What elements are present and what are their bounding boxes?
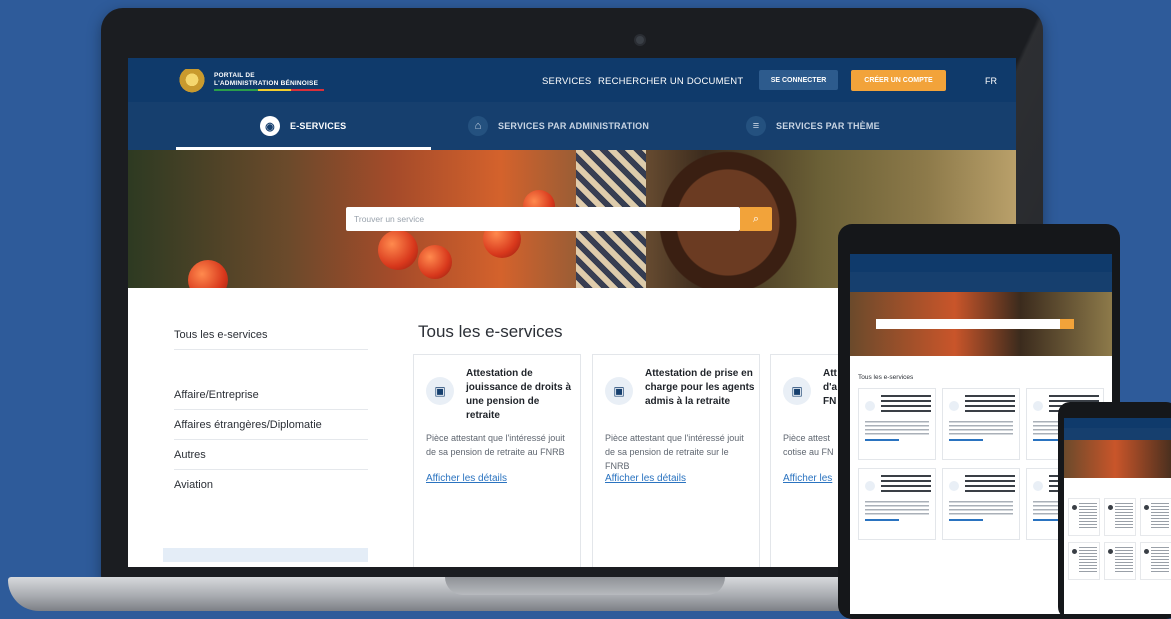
- hero-image-detail: [378, 230, 418, 270]
- details-link[interactable]: Afficher les: [783, 473, 832, 484]
- tablet-card[interactable]: [942, 388, 1020, 460]
- phone-card[interactable]: [1140, 498, 1171, 536]
- hero-image-detail: [418, 245, 452, 279]
- details-link[interactable]: Afficher les détails: [426, 473, 507, 484]
- phone-card[interactable]: [1068, 498, 1100, 536]
- tablet-page-title: Tous les e-services: [858, 374, 914, 381]
- tablet-search-button[interactable]: [1060, 319, 1074, 329]
- logo-line-1: PORTAIL DE: [214, 72, 255, 79]
- phone-card[interactable]: [1140, 542, 1171, 580]
- bank-icon: ⌂: [468, 116, 488, 136]
- camera-icon: [634, 34, 646, 46]
- tab-label: SERVICES PAR THÈME: [776, 121, 880, 131]
- phone-card[interactable]: [1068, 542, 1100, 580]
- tablet-card[interactable]: [858, 388, 936, 460]
- phone-screen: [1064, 418, 1171, 614]
- card-description: Pièce attest cotise au FN: [783, 433, 834, 457]
- hero-image-detail: [188, 260, 228, 288]
- tab-label: E-SERVICES: [290, 121, 347, 131]
- language-selector[interactable]: FR: [985, 76, 997, 86]
- flag-stripe: [214, 89, 324, 91]
- tablet-card[interactable]: [858, 468, 936, 540]
- phone-tabbar: [1064, 428, 1171, 440]
- sidebar-item-autres[interactable]: Autres: [174, 449, 368, 470]
- card-title: Attestation de jouissance de droits à un…: [466, 368, 572, 421]
- card-title: Attestation de prise en charge pour les …: [645, 368, 755, 407]
- top-navbar: PORTAIL DE L'ADMINISTRATION BÉNINOISE SE…: [128, 58, 1016, 102]
- globe-icon: ◉: [260, 116, 280, 136]
- tablet-search-input[interactable]: [876, 319, 1060, 329]
- service-tabs: ◉ E-SERVICES ⌂ SERVICES PAR ADMINISTRATI…: [128, 102, 1016, 150]
- list-icon: ≡: [746, 116, 766, 136]
- laptop-notch: [445, 577, 725, 595]
- logo-line-2: L'ADMINISTRATION BÉNINOISE: [214, 80, 319, 87]
- site-logo-text[interactable]: PORTAIL DE L'ADMINISTRATION BÉNINOISE: [214, 72, 318, 88]
- phone-hero: [1064, 440, 1171, 478]
- card-description: Pièce attestant que l'intéressé jouit de…: [605, 433, 744, 471]
- sidebar-item-affaire-entreprise[interactable]: Affaire/Entreprise: [174, 389, 368, 410]
- tab-label: SERVICES PAR ADMINISTRATION: [498, 121, 650, 131]
- phone-navbar: [1064, 418, 1171, 428]
- nav-services[interactable]: SERVICES: [542, 76, 591, 87]
- service-card[interactable]: ▣ Attestation de prise en charge pour le…: [592, 354, 760, 567]
- coat-of-arms-icon[interactable]: [176, 69, 208, 93]
- sidebar-item-affaires-etrangeres[interactable]: Affaires étrangères/Diplomatie: [174, 419, 368, 440]
- id-card-icon: ▣: [783, 377, 811, 405]
- tab-services-par-theme[interactable]: ≡ SERVICES PAR THÈME: [746, 102, 880, 150]
- nav-search-document[interactable]: RECHERCHER UN DOCUMENT: [598, 76, 743, 87]
- details-link[interactable]: Afficher les détails: [605, 473, 686, 484]
- search-button[interactable]: ⌕: [740, 207, 772, 231]
- tablet-card[interactable]: [942, 468, 1020, 540]
- tablet-tabbar: [850, 272, 1112, 292]
- service-search-input[interactable]: Trouver un service: [346, 207, 740, 231]
- id-card-icon: ▣: [426, 377, 454, 405]
- phone-card[interactable]: [1104, 498, 1136, 536]
- page-title: Tous les e-services: [418, 322, 563, 341]
- sidebar-footer: [163, 548, 368, 562]
- tab-services-par-administration[interactable]: ⌂ SERVICES PAR ADMINISTRATION: [468, 102, 649, 150]
- phone-card[interactable]: [1104, 542, 1136, 580]
- sidebar-item-aviation[interactable]: Aviation: [174, 479, 368, 499]
- login-button[interactable]: SE CONNECTER: [759, 70, 838, 90]
- phone-device: [1058, 402, 1171, 619]
- card-description: Pièce attestant que l'intéressé jouit de…: [426, 433, 565, 457]
- tab-e-services[interactable]: ◉ E-SERVICES: [260, 102, 346, 150]
- create-account-button[interactable]: CRÉER UN COMPTE: [851, 70, 946, 91]
- tablet-navbar: [850, 254, 1112, 272]
- tablet-hero: [850, 292, 1112, 356]
- sidebar-item-tous[interactable]: Tous les e-services: [174, 329, 368, 350]
- search-icon: ⌕: [752, 212, 760, 225]
- service-card[interactable]: ▣ Attestation de jouissance de droits à …: [413, 354, 581, 567]
- id-card-icon: ▣: [605, 377, 633, 405]
